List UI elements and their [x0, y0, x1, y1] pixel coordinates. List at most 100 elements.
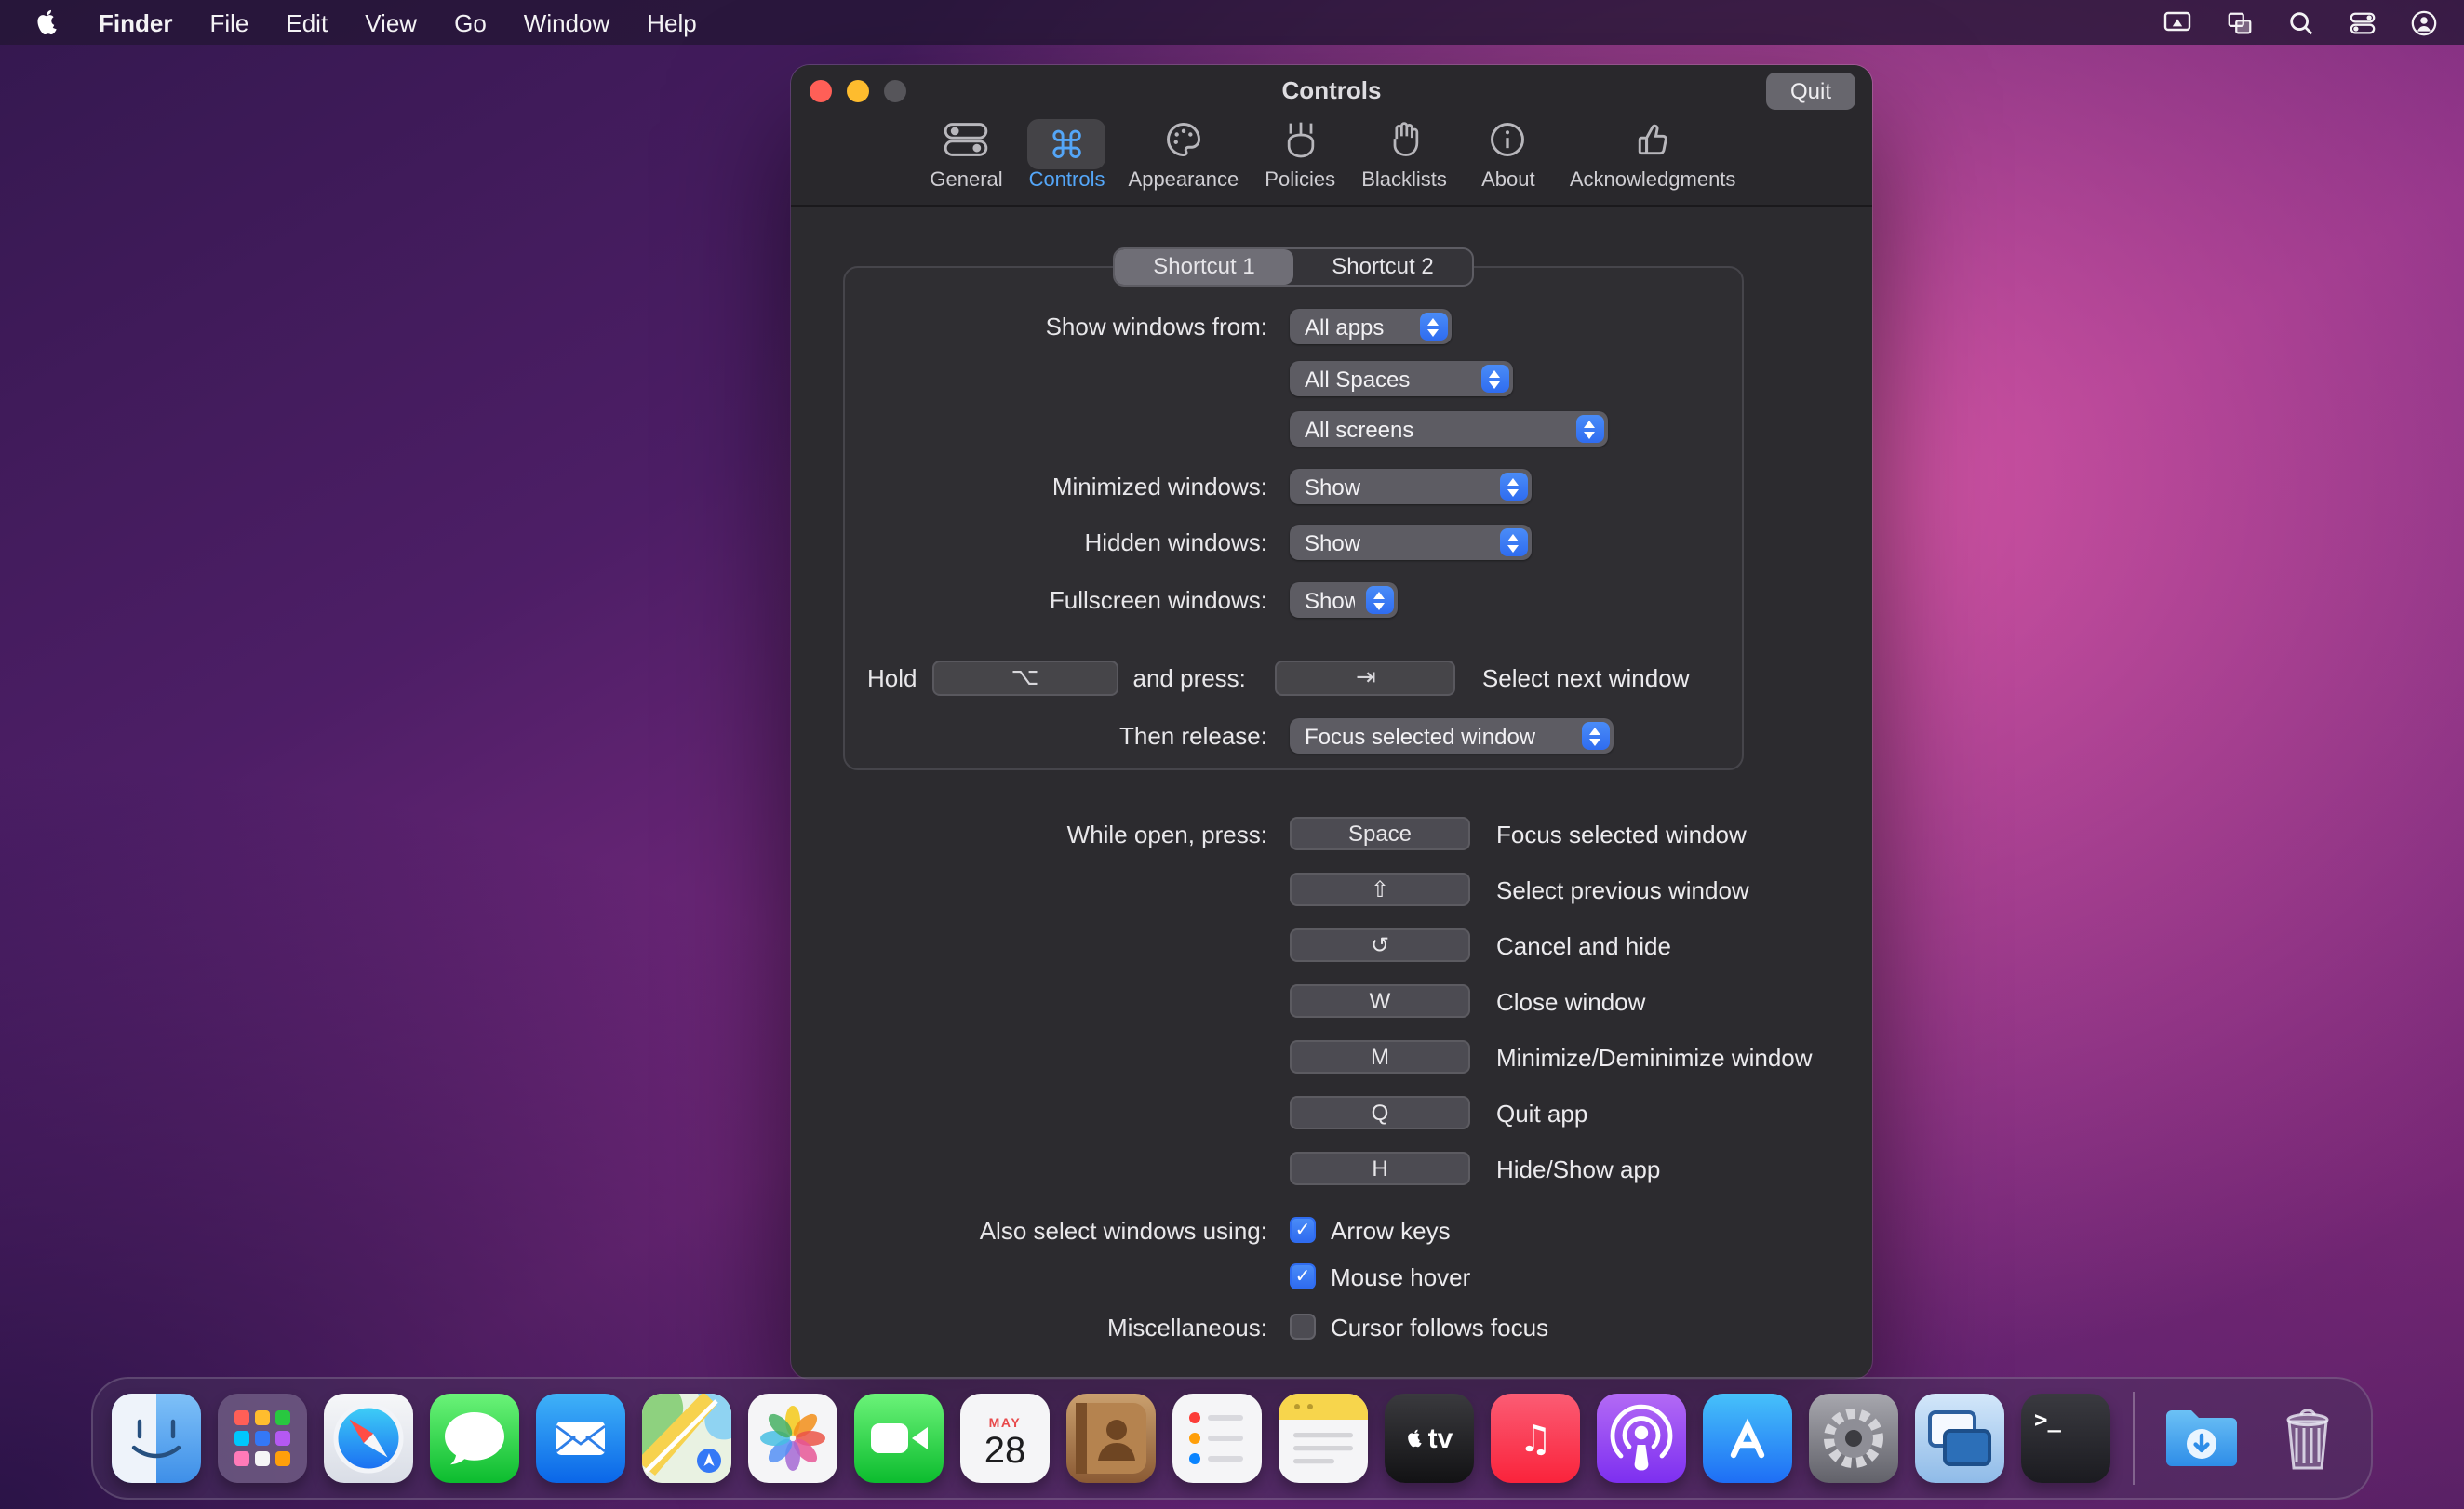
miscellaneous-label: Miscellaneous:: [791, 1313, 1267, 1341]
key-w[interactable]: W: [1290, 984, 1470, 1018]
menu-item-view[interactable]: View: [346, 8, 435, 36]
menu-item-file[interactable]: File: [191, 8, 267, 36]
menu-item-help[interactable]: Help: [628, 8, 716, 36]
controls-pane: Shortcut 1 Shortcut 2 Show windows from:…: [791, 207, 1872, 1379]
alttab-menubar-icon[interactable]: [2224, 7, 2254, 37]
shortcut-group-box: Shortcut 1 Shortcut 2 Show windows from:…: [843, 266, 1744, 770]
dock-safari-icon[interactable]: [324, 1394, 413, 1483]
cursor-follows-focus-checkbox[interactable]: ✓: [1290, 1314, 1316, 1340]
dock-contacts-icon[interactable]: [1066, 1394, 1156, 1483]
tab-shortcut-2[interactable]: Shortcut 2: [1293, 249, 1472, 285]
preferences-window: Controls Quit General ⌘ Controls Appeara…: [791, 65, 1872, 1379]
also-select-label: Also select windows using:: [791, 1216, 1267, 1244]
hidden-windows-row: Hidden windows: Show: [845, 525, 1742, 560]
hidden-windows-select[interactable]: Show: [1290, 525, 1532, 560]
popup-stepper-icon: [1420, 313, 1448, 341]
popup-stepper-icon: [1576, 415, 1604, 443]
tab-about[interactable]: About: [1460, 119, 1557, 192]
dock-divider: [2133, 1392, 2135, 1485]
dock-launchpad-icon[interactable]: [218, 1394, 307, 1483]
then-release-select[interactable]: Focus selected window: [1290, 718, 1614, 754]
tab-general[interactable]: General: [918, 119, 1015, 192]
tab-controls[interactable]: ⌘ Controls: [1019, 119, 1116, 192]
key-shift[interactable]: ⇧: [1290, 873, 1470, 906]
dock-system-preferences-icon[interactable]: [1809, 1394, 1898, 1483]
show-windows-from-select[interactable]: All apps: [1290, 309, 1452, 344]
dock-music-icon[interactable]: ♫: [1491, 1394, 1580, 1483]
key-escape[interactable]: ↺: [1290, 928, 1470, 962]
then-release-label: Then release:: [845, 722, 1267, 750]
quit-button[interactable]: Quit: [1766, 73, 1855, 110]
key-space[interactable]: Space: [1290, 817, 1470, 850]
menu-app-name[interactable]: Finder: [80, 8, 191, 36]
spotlight-search-icon[interactable]: [2285, 7, 2315, 37]
while-open-label: While open, press:: [791, 820, 1267, 848]
while-open-row-3: ↺ Cancel and hide: [791, 928, 1872, 962]
dock-reminders-icon[interactable]: [1172, 1394, 1262, 1483]
user-account-icon[interactable]: [2408, 7, 2438, 37]
tab-appearance[interactable]: Appearance: [1119, 119, 1249, 192]
hold-shortcut-row: Hold ⌥ and press: ⇥ Select next window: [845, 661, 1742, 696]
dock-calendar-icon[interactable]: MAY 28: [960, 1394, 1050, 1483]
screens-select[interactable]: All screens: [1290, 411, 1608, 447]
key-m[interactable]: M: [1290, 1040, 1470, 1074]
menu-item-edit[interactable]: Edit: [267, 8, 346, 36]
control-center-icon[interactable]: [2347, 7, 2377, 37]
tab-blacklists[interactable]: Blacklists: [1352, 119, 1456, 192]
dock-mail-icon[interactable]: [536, 1394, 625, 1483]
popup-stepper-icon: [1366, 586, 1394, 614]
toggles-icon: [943, 121, 991, 167]
palette-icon: [1163, 119, 1204, 169]
and-press-label: and press:: [1133, 664, 1246, 692]
hidden-windows-label: Hidden windows:: [845, 528, 1267, 556]
popup-stepper-icon: [1481, 365, 1509, 393]
press-key-recorder[interactable]: ⇥: [1276, 661, 1456, 696]
spaces-select[interactable]: All Spaces: [1290, 361, 1513, 396]
tab-acknowledgments[interactable]: Acknowledgments: [1560, 119, 1746, 192]
while-open-row-4: W Close window: [791, 984, 1872, 1018]
apple-menu-icon[interactable]: [33, 8, 61, 36]
also-select-row-1: Also select windows using: ✓ Arrow keys: [791, 1215, 1872, 1245]
dock-appstore-icon[interactable]: [1703, 1394, 1792, 1483]
screen-mirroring-icon[interactable]: [2163, 7, 2192, 37]
key-q[interactable]: Q: [1290, 1096, 1470, 1129]
fullscreen-windows-select[interactable]: Show: [1290, 582, 1398, 618]
dock-finder-icon[interactable]: [112, 1394, 201, 1483]
arrow-keys-checkbox[interactable]: ✓: [1290, 1217, 1316, 1243]
mouse-hover-checkbox[interactable]: ✓: [1290, 1263, 1316, 1289]
menu-item-go[interactable]: Go: [435, 8, 505, 36]
dock-tv-icon[interactable]: tv: [1385, 1394, 1474, 1483]
spaces-row: All Spaces: [845, 361, 1742, 396]
dock-maps-icon[interactable]: [642, 1394, 731, 1483]
dock-terminal-icon[interactable]: >_: [2021, 1394, 2110, 1483]
show-windows-from-row: Show windows from: All apps: [845, 309, 1742, 344]
dock-alttab-icon[interactable]: [1915, 1394, 2004, 1483]
tab-policies[interactable]: Policies: [1252, 119, 1348, 192]
dock-messages-icon[interactable]: [430, 1394, 519, 1483]
dock-downloads-icon[interactable]: [2157, 1394, 2246, 1483]
dock: MAY 28 tv ♫: [91, 1377, 2373, 1500]
dock-facetime-icon[interactable]: [854, 1394, 944, 1483]
dock-podcasts-icon[interactable]: [1597, 1394, 1686, 1483]
while-open-row-1: While open, press: Space Focus selected …: [791, 817, 1872, 850]
fullscreen-windows-label: Fullscreen windows:: [845, 586, 1267, 614]
hold-key-recorder[interactable]: ⌥: [932, 661, 1118, 696]
info-icon: [1488, 119, 1529, 169]
while-open-row-2: ⇧ Select previous window: [791, 873, 1872, 906]
dock-photos-icon[interactable]: [748, 1394, 837, 1483]
fullscreen-windows-row: Fullscreen windows: Show: [845, 582, 1742, 618]
key-h[interactable]: H: [1290, 1152, 1470, 1185]
menu-bar: Finder File Edit View Go Window Help: [0, 0, 2464, 45]
minimized-windows-label: Minimized windows:: [845, 473, 1267, 501]
calendar-day: 28: [984, 1433, 1026, 1470]
marionette-hand-icon: [1279, 119, 1320, 169]
menu-item-window[interactable]: Window: [505, 8, 629, 36]
music-note-glyph: ♫: [1519, 1416, 1552, 1461]
while-open-row-5: M Minimize/Deminimize window: [791, 1040, 1872, 1074]
dock-trash-icon[interactable]: [2263, 1394, 2352, 1483]
dock-notes-icon[interactable]: [1279, 1394, 1368, 1483]
tab-shortcut-1[interactable]: Shortcut 1: [1115, 249, 1293, 285]
while-open-row-7: H Hide/Show app: [791, 1152, 1872, 1185]
minimized-windows-select[interactable]: Show: [1290, 469, 1532, 504]
also-select-row-2: ✓ Mouse hover: [791, 1262, 1872, 1291]
